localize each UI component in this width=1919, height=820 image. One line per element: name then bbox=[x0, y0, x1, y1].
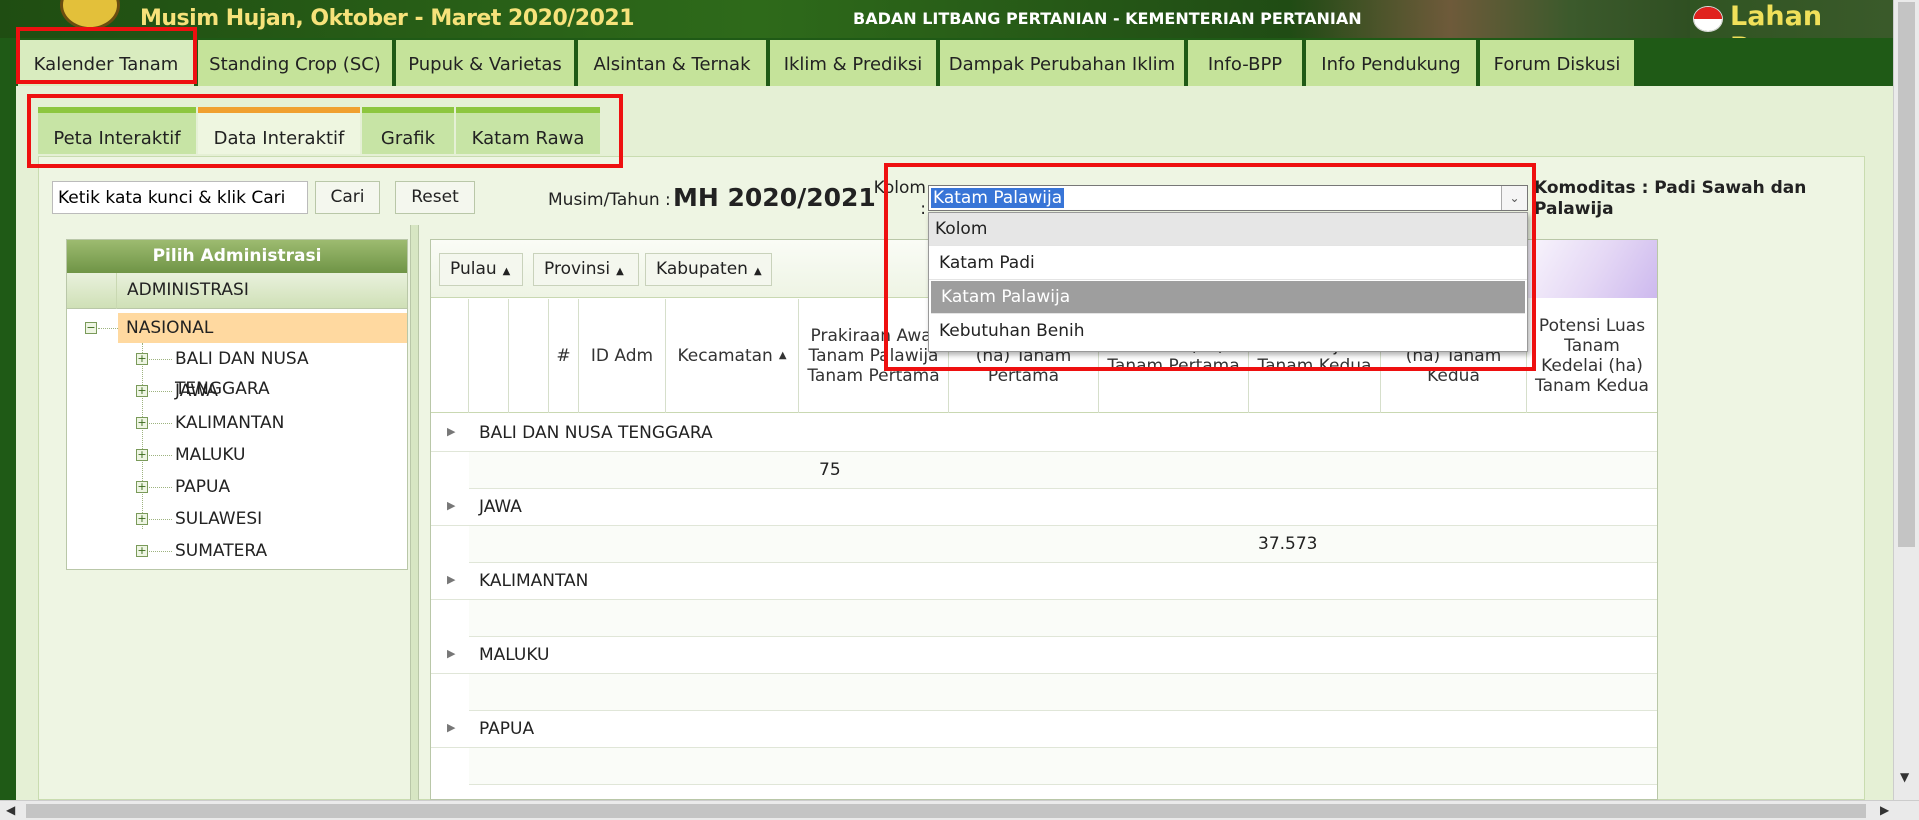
group-provinsi-label: Provinsi bbox=[544, 259, 611, 279]
expand-icon[interactable]: + bbox=[136, 385, 148, 397]
expand-icon[interactable]: + bbox=[136, 417, 148, 429]
tree-root-label[interactable]: NASIONAL bbox=[126, 313, 213, 343]
expand-icon[interactable]: + bbox=[136, 449, 148, 461]
group-row[interactable]: ▶ MALUKU bbox=[431, 637, 1657, 674]
tab-dampak-perubahan-iklim[interactable]: Dampak Perubahan Iklim bbox=[940, 40, 1186, 86]
scroll-down-icon[interactable]: ▼ bbox=[1900, 770, 1909, 784]
tree-column-label: ADMINISTRASI bbox=[127, 280, 249, 300]
tab-info-bpp[interactable]: Info-BPP bbox=[1188, 40, 1304, 86]
tree-item[interactable]: BALI DAN NUSA TENGGARA bbox=[175, 344, 407, 399]
group-kabupaten-button[interactable]: Kabupaten ▲ bbox=[645, 253, 772, 286]
grid-header-kecamatan-label: Kecamatan bbox=[677, 346, 773, 366]
tree-column-spacer bbox=[67, 273, 117, 309]
agency-name: BADAN LITBANG PERTANIAN - KEMENTERIAN PE… bbox=[853, 9, 1362, 28]
administration-tree: Pilih Administrasi ADMINISTRASI − NASION… bbox=[66, 239, 408, 570]
highlight-box bbox=[16, 27, 197, 84]
scrollbar-thumb[interactable] bbox=[26, 804, 1866, 818]
tree-item[interactable]: SUMATERA bbox=[175, 536, 267, 566]
sort-up-icon: ▲ bbox=[502, 266, 511, 277]
vertical-scrollbar[interactable]: ▼ bbox=[1893, 0, 1919, 800]
expand-icon[interactable]: ▶ bbox=[447, 499, 455, 512]
grid-header-spacer bbox=[509, 299, 549, 413]
group-row[interactable]: ▶ JAWA bbox=[431, 489, 1657, 526]
group-row[interactable]: ▶ KALIMANTAN bbox=[431, 563, 1657, 600]
scroll-left-icon[interactable]: ◀ bbox=[6, 803, 15, 817]
tab-iklim-prediksi[interactable]: Iklim & Prediksi bbox=[770, 40, 938, 86]
group-pulau-button[interactable]: Pulau ▲ bbox=[439, 253, 523, 286]
search-input[interactable] bbox=[52, 181, 308, 214]
tree-item[interactable]: JAWA bbox=[175, 376, 218, 406]
grid-header-id-adm[interactable]: ID Adm bbox=[579, 299, 666, 413]
ministry-logo bbox=[60, 0, 120, 30]
group-kabupaten-label: Kabupaten bbox=[656, 259, 748, 279]
flag-icon bbox=[1693, 6, 1723, 32]
season-value: MH 2020/2021 bbox=[673, 183, 876, 212]
reset-button[interactable]: Reset bbox=[395, 181, 475, 214]
tree-header: Pilih Administrasi bbox=[67, 240, 407, 273]
tab-standing-crop[interactable]: Standing Crop (SC) bbox=[198, 40, 394, 86]
expand-icon[interactable]: ▶ bbox=[447, 425, 455, 438]
tab-info-pendukung[interactable]: Info Pendukung bbox=[1306, 40, 1478, 86]
brand-title: Lahan Rawa bbox=[1730, 1, 1823, 38]
search-button[interactable]: Cari bbox=[315, 181, 380, 214]
left-border bbox=[0, 38, 16, 800]
season-label: Musim/Tahun : bbox=[548, 190, 671, 210]
group-name: MALUKU bbox=[479, 645, 550, 665]
group-name: BALI DAN NUSA TENGGARA bbox=[479, 423, 713, 443]
group-summary-row bbox=[469, 600, 1657, 637]
tree-column-header: ADMINISTRASI bbox=[67, 273, 407, 309]
horizontal-scrollbar[interactable]: ◀ ▶ bbox=[0, 800, 1919, 820]
sort-up-icon: ▲ bbox=[753, 266, 762, 277]
scrollbar-thumb[interactable] bbox=[1898, 2, 1915, 547]
summary-value: 37.573 bbox=[1258, 534, 1318, 554]
tree-item[interactable]: KALIMANTAN bbox=[175, 408, 284, 438]
tab-pupuk-varietas[interactable]: Pupuk & Varietas bbox=[396, 40, 576, 86]
grid-header-kecamatan[interactable]: Kecamatan ▲ bbox=[666, 299, 799, 413]
expand-icon[interactable]: ▶ bbox=[447, 721, 455, 734]
tab-alsintan-ternak[interactable]: Alsintan & Ternak bbox=[578, 40, 768, 86]
tab-forum-diskusi[interactable]: Forum Diskusi bbox=[1480, 40, 1636, 86]
header-banner: Musim Hujan, Oktober - Maret 2020/2021 B… bbox=[0, 0, 1893, 38]
tree-item[interactable]: PAPUA bbox=[175, 472, 230, 502]
grid-header-spacer bbox=[469, 299, 509, 413]
collapse-icon[interactable]: − bbox=[85, 322, 97, 334]
summary-value: 75 bbox=[819, 460, 841, 480]
expand-icon[interactable]: + bbox=[136, 353, 148, 365]
expand-icon[interactable]: + bbox=[136, 481, 148, 493]
sort-up-icon: ▲ bbox=[778, 350, 787, 361]
group-name: JAWA bbox=[479, 497, 522, 517]
expand-icon[interactable]: ▶ bbox=[447, 573, 455, 586]
group-name: KALIMANTAN bbox=[479, 571, 589, 591]
tree-line bbox=[142, 343, 143, 529]
group-row[interactable]: ▶ PAPUA bbox=[431, 711, 1657, 748]
komoditas-label: Komoditas : Padi Sawah dan Palawija bbox=[1534, 178, 1807, 219]
group-provinsi-button[interactable]: Provinsi ▲ bbox=[533, 253, 639, 286]
highlight-box bbox=[884, 163, 1536, 371]
grid-header-potensi-kedelai-2[interactable]: Potensi Luas Tanam Kedelai (ha) Tanam Ke… bbox=[1527, 299, 1657, 413]
tree-item[interactable]: SULAWESI bbox=[175, 504, 262, 534]
panel-splitter[interactable] bbox=[410, 225, 419, 800]
group-summary-row: 37.573 bbox=[469, 526, 1657, 563]
group-row[interactable]: ▶ BALI DAN NUSA TENGGARA bbox=[431, 415, 1657, 452]
grid-header-number[interactable]: # bbox=[549, 299, 579, 413]
highlight-box bbox=[27, 94, 623, 168]
expand-icon[interactable]: + bbox=[136, 545, 148, 557]
expand-icon[interactable]: ▶ bbox=[447, 647, 455, 660]
grid-header-spacer bbox=[431, 299, 469, 413]
group-summary-row bbox=[469, 674, 1657, 711]
sort-up-icon: ▲ bbox=[616, 266, 624, 277]
group-name: PAPUA bbox=[479, 719, 535, 739]
season-title: Musim Hujan, Oktober - Maret 2020/2021 bbox=[140, 6, 635, 31]
group-summary-row: 75 bbox=[469, 452, 1657, 489]
tree-line bbox=[98, 328, 118, 329]
expand-icon[interactable]: + bbox=[136, 513, 148, 525]
group-summary-row bbox=[469, 748, 1657, 785]
scroll-right-icon[interactable]: ▶ bbox=[1880, 803, 1889, 817]
tree-item[interactable]: MALUKU bbox=[175, 440, 246, 470]
group-pulau-label: Pulau bbox=[450, 259, 497, 279]
